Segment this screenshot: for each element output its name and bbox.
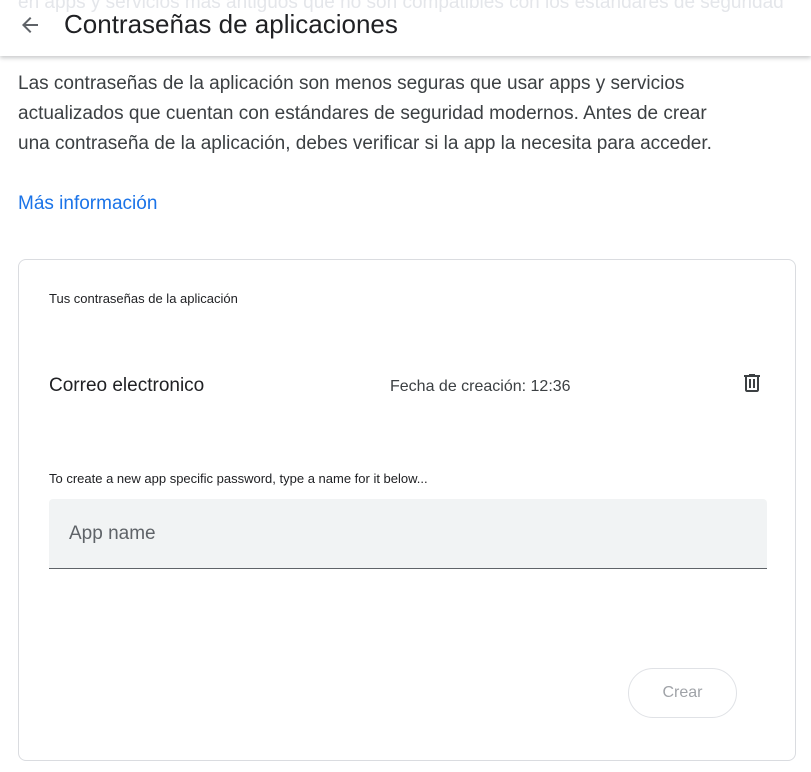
page-title: Contraseñas de aplicaciones [64,9,398,39]
intro-text: Las contraseñas de la aplicación son men… [18,73,712,154]
learn-more-link[interactable]: Más información [18,189,157,219]
card-heading: Tus contraseñas de la aplicación [49,291,238,306]
trash-icon [740,371,764,398]
password-name: Correo electronico [49,375,205,396]
back-button[interactable] [10,6,50,46]
app-passwords-card: Tus contraseñas de la aplicación Correo … [18,259,796,761]
password-created-date: Fecha de creación: 12:36 [390,378,571,395]
delete-password-button[interactable] [735,366,769,402]
arrow-back-icon [18,13,42,40]
top-app-bar: en apps y servicios más antiguos que no … [0,0,811,56]
new-password-instructions: To create a new app specific password, t… [49,471,428,486]
app-name-input[interactable] [49,499,767,569]
create-button[interactable]: Crear [628,668,737,718]
